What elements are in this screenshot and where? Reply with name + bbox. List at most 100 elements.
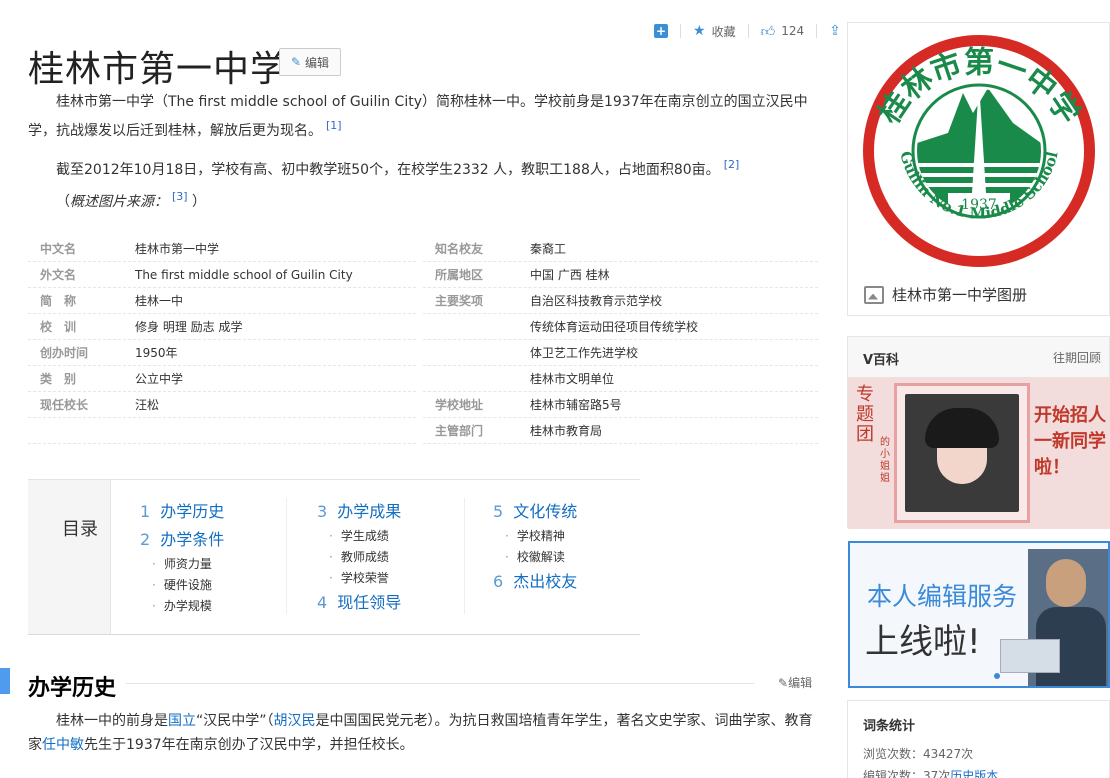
view-count: 浏览次数：43427次 (863, 747, 974, 761)
summary-text: 截至2012年10月18日，学校有高、初中教学班50个，在校学生2332 人，教… (56, 162, 720, 178)
table-of-contents: 目录 1 办学历史 2 办学条件 师资力量 硬件设施 办学规模 3 办学成果 学生成绩… (28, 479, 640, 635)
toc-subitem[interactable]: 教师成绩 (317, 547, 401, 568)
info-value: The first middle school of Guilin City (135, 268, 353, 282)
section-divider (124, 683, 754, 684)
toc-label: 现任领导 (337, 593, 402, 612)
toc-column: 1 办学历史 2 办学条件 师资力量 硬件设施 办学规模 (140, 498, 224, 617)
toc-subitem[interactable]: 硬件设施 (140, 575, 224, 596)
note-paren: ） (192, 194, 207, 210)
portrait-image (905, 394, 1019, 512)
info-value: 体卫艺工作先进学校 (530, 346, 639, 360)
note-paren: （ (56, 194, 70, 210)
favorite-button[interactable]: 收藏 (712, 23, 736, 40)
toc-item[interactable]: 3 办学成果 (317, 498, 401, 526)
info-value: 传统体育运动田径项目传统学校 (530, 320, 699, 334)
person-link[interactable]: 任中敏 (42, 737, 84, 753)
star-icon[interactable]: ★ (693, 23, 706, 39)
editing-service-ad[interactable]: 本人编辑服务 上线啦! (848, 541, 1110, 688)
ad-line1: 本人编辑服务 (867, 582, 1018, 611)
ad-line2: 上线啦! (865, 622, 981, 662)
toc-item[interactable]: 1 办学历史 (140, 498, 224, 526)
info-value: 桂林市辅窑路5号 (530, 398, 622, 412)
toc-number: 3 (317, 502, 328, 521)
gallery-link[interactable]: 桂林市第一中学图册 (864, 284, 1027, 305)
reference-link[interactable]: [2] (724, 158, 740, 171)
info-row: 简 称 桂林一中 (28, 288, 416, 314)
divider (816, 24, 818, 38)
toc-number: 4 (317, 593, 328, 612)
v-baike-banner[interactable]: 专题团 的小姐姐 开始招人一新同学啦！ (848, 377, 1110, 529)
section-paragraph: 桂林一中的前身是国立“汉民中学”（胡汉民是中国国民党元老）。为抗日救国培植青年学… (28, 709, 820, 757)
alumni-link[interactable]: 秦裔工 (530, 236, 566, 262)
summary-image-card[interactable]: 桂林市第一中学 Guilin No.1 Middle School 1937 (847, 22, 1110, 316)
share-icon[interactable]: ⇪ (829, 23, 841, 39)
divider (747, 24, 749, 38)
info-label: 知名校友 (435, 242, 484, 256)
entry-stats-panel: 词条统计 浏览次数：43427次 编辑次数：37次历史版本 (847, 700, 1110, 778)
text: 桂林一中的前身是 (56, 713, 168, 729)
info-value: 桂林一中 (135, 294, 184, 308)
info-value: 桂林市第一中学 (135, 242, 220, 256)
info-row: 体卫艺工作先进学校 (423, 340, 818, 366)
section-marker (0, 668, 10, 694)
info-row: 所属地区 中国 广西 桂林 (423, 262, 818, 288)
info-label: 中文名 (40, 242, 77, 256)
term-link[interactable]: 国立 (168, 713, 196, 729)
info-label: 主要奖项 (435, 294, 484, 308)
thumbs-up-icon[interactable]: 👍︎ (761, 23, 776, 40)
toc-divider (464, 498, 465, 614)
toc-item[interactable]: 4 现任领导 (317, 589, 401, 617)
toc-item[interactable]: 2 办学条件 (140, 526, 224, 554)
reference-link[interactable]: [3] (172, 190, 188, 203)
toc-subitem[interactable]: 师资力量 (140, 554, 224, 575)
history-link[interactable]: 历史版本 (950, 769, 998, 778)
logo-year: 1937 (961, 197, 997, 213)
toc-label: 办学条件 (160, 530, 225, 549)
info-label: 简 称 (40, 294, 77, 308)
toc-subitem[interactable]: 校徽解读 (493, 547, 577, 568)
info-label: 所属地区 (435, 268, 484, 282)
toc-number: 1 (140, 502, 151, 521)
section-edit-button[interactable]: ✎编辑 (778, 674, 812, 691)
add-icon[interactable]: + (654, 24, 668, 38)
carousel-dot[interactable] (994, 673, 1000, 679)
summary-text: 桂林市第一中学（The first middle school of Guili… (28, 94, 808, 139)
like-count[interactable]: 124 (781, 24, 804, 38)
toc-item[interactable]: 6 杰出校友 (493, 568, 577, 596)
info-label: 创办时间 (40, 346, 89, 360)
toc-divider (286, 498, 287, 614)
info-row: 学校地址 桂林市辅窑路5号 (423, 392, 818, 418)
summary-paragraph: 桂林市第一中学（The first middle school of Guili… (28, 90, 820, 143)
edit-button[interactable]: ✎ 编辑 (279, 48, 341, 76)
gallery-label: 桂林市第一中学图册 (892, 286, 1028, 304)
past-issues-link[interactable]: 往期回顾 (1053, 349, 1101, 366)
toc-subitem[interactable]: 学生成绩 (317, 526, 401, 547)
info-row: 中文名 桂林市第一中学 (28, 236, 416, 262)
toc-subitem[interactable]: 学校荣誉 (317, 568, 401, 589)
edit-label: 编辑 (305, 55, 330, 70)
stats-title: 词条统计 (863, 719, 916, 734)
info-value: 公立中学 (135, 372, 184, 386)
note-text: 概述图片来源： (70, 194, 168, 210)
reference-link[interactable]: [1] (326, 119, 342, 132)
info-label: 学校地址 (435, 398, 484, 412)
person-link[interactable]: 胡汉民 (274, 713, 316, 729)
toc-column: 5 文化传统 学校精神 校徽解读 6 杰出校友 (493, 498, 577, 596)
toc-number: 5 (493, 502, 504, 521)
banner-right-text: 开始招人一新同学啦！ (1034, 405, 1106, 478)
toc-subitem[interactable]: 学校精神 (493, 526, 577, 547)
toc-subitem[interactable]: 办学规模 (140, 596, 224, 617)
info-row: 桂林市文明单位 (423, 366, 818, 392)
toc-sidebar: 目录 (28, 480, 111, 634)
text: “汉民中学”（ (196, 713, 274, 729)
gallery-icon (864, 285, 884, 304)
section-edit-label: 编辑 (788, 676, 813, 690)
info-row: 传统体育运动田径项目传统学校 (423, 314, 818, 340)
info-value: 自治区科技教育示范学校 (530, 294, 663, 308)
summary-paragraph: 截至2012年10月18日，学校有高、初中教学班50个，在校学生2332 人，教… (28, 153, 820, 182)
toc-item[interactable]: 5 文化传统 (493, 498, 577, 526)
info-row: 现任校长 汪松 (28, 392, 416, 418)
info-row: 知名校友 秦裔工 (423, 236, 818, 262)
toc-label: 杰出校友 (513, 572, 578, 591)
toc-label: 办学历史 (160, 502, 225, 521)
